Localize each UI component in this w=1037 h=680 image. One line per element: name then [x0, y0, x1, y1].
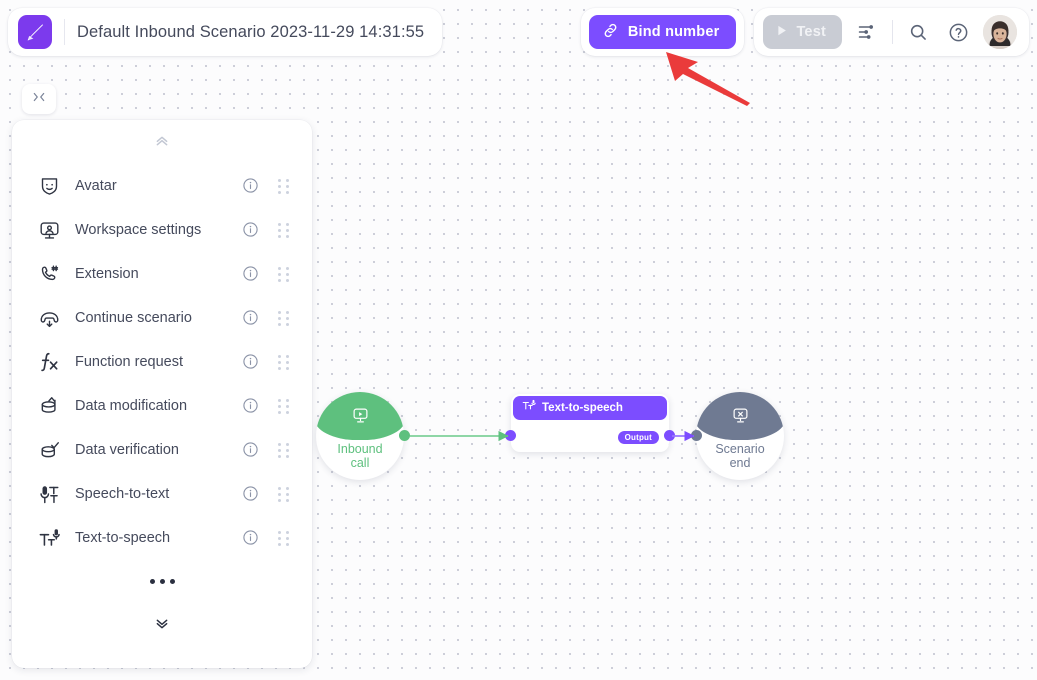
- text-to-mic-icon: [36, 525, 62, 551]
- port-end-input[interactable]: [691, 430, 702, 441]
- workspace-person-icon: [36, 217, 62, 243]
- palette-item-workspace-settings[interactable]: Workspace settings: [12, 208, 312, 252]
- app-logo-icon[interactable]: [18, 15, 52, 49]
- palette-item-label: Data verification: [75, 442, 179, 458]
- drag-grip-icon[interactable]: [278, 442, 290, 458]
- sliders-icon[interactable]: [852, 17, 882, 47]
- palette-item-label: Speech-to-text: [75, 486, 170, 502]
- node-scenario-end[interactable]: Scenario end: [691, 392, 784, 480]
- drag-grip-icon[interactable]: [278, 354, 290, 370]
- drag-grip-icon[interactable]: [278, 398, 290, 414]
- node-inbound-call[interactable]: Inbound call: [316, 392, 410, 480]
- blocks-palette-panel[interactable]: Avatar Workspace settings Extension Continu…: [12, 120, 312, 668]
- user-avatar[interactable]: [983, 15, 1017, 49]
- bind-number-button[interactable]: Bind number: [588, 15, 737, 49]
- chevron-double-up-icon: [152, 132, 172, 153]
- port-start-output[interactable]: [399, 430, 410, 441]
- page-title: Default Inbound Scenario 2023-11-29 14:3…: [77, 22, 425, 41]
- tts-node-header: Text-to-speech: [513, 396, 667, 420]
- output-badge[interactable]: Output: [617, 431, 659, 444]
- chevron-double-down-icon: [152, 617, 172, 638]
- info-circle-icon[interactable]: [242, 353, 260, 371]
- palette-item-label: Continue scenario: [75, 310, 192, 326]
- toolbar-actions-card: Test: [754, 8, 1029, 56]
- phone-hash-icon: [36, 261, 62, 287]
- scenario-end-icon: [696, 392, 784, 440]
- play-icon: [774, 23, 789, 42]
- help-circle-icon[interactable]: [943, 17, 973, 47]
- info-circle-icon[interactable]: [242, 485, 260, 503]
- avatar-mask-icon: [36, 173, 62, 199]
- tts-node-body: Output: [511, 422, 669, 452]
- test-button[interactable]: Test: [763, 15, 842, 49]
- palette-item-label: Text-to-speech: [75, 530, 171, 546]
- info-circle-icon[interactable]: [242, 309, 260, 327]
- inbound-call-icon: [316, 392, 404, 440]
- palette-scroll-down-button[interactable]: [12, 602, 312, 652]
- text-to-mic-icon: [522, 399, 536, 418]
- node-label: Scenario end: [715, 442, 765, 470]
- palette-item-avatar[interactable]: Avatar: [12, 164, 312, 208]
- info-circle-icon[interactable]: [242, 265, 260, 283]
- palette-item-label: Data modification: [75, 398, 188, 414]
- drag-grip-icon[interactable]: [278, 530, 290, 546]
- title-divider: [64, 19, 65, 45]
- palette-item-label: Function request: [75, 354, 184, 370]
- database-check-icon: [36, 437, 62, 463]
- palette-more-button[interactable]: [12, 560, 312, 602]
- info-circle-icon[interactable]: [242, 177, 260, 195]
- info-circle-icon[interactable]: [242, 529, 260, 547]
- test-label: Test: [796, 24, 826, 40]
- palette-item-data-verification[interactable]: Data verification: [12, 428, 312, 472]
- palette-item-text-to-speech[interactable]: Text-to-speech: [12, 516, 312, 560]
- drag-grip-icon[interactable]: [278, 310, 290, 326]
- palette-item-label: Workspace settings: [75, 222, 202, 238]
- drag-grip-icon[interactable]: [278, 266, 290, 282]
- fx-function-icon: [36, 349, 62, 375]
- toolbar-divider: [892, 20, 893, 44]
- info-circle-icon[interactable]: [242, 441, 260, 459]
- collapse-horizontal-icon: [31, 90, 47, 109]
- port-tts-input[interactable]: [505, 430, 516, 441]
- bind-number-card: Bind number: [580, 8, 745, 56]
- palette-item-label: Avatar: [75, 178, 117, 194]
- palette-item-extension[interactable]: Extension: [12, 252, 312, 296]
- search-icon[interactable]: [903, 17, 933, 47]
- palette-items-list: Avatar Workspace settings Extension Continu…: [12, 164, 312, 560]
- bind-number-label: Bind number: [627, 24, 720, 40]
- tts-node-title: Text-to-speech: [542, 402, 623, 414]
- palette-item-speech-to-text[interactable]: Speech-to-text: [12, 472, 312, 516]
- drag-grip-icon[interactable]: [278, 178, 290, 194]
- phone-down-arrow-icon: [36, 305, 62, 331]
- toolbar-right-group: Bind number Test: [580, 8, 1029, 56]
- mic-to-text-icon: [36, 481, 62, 507]
- node-text-to-speech[interactable]: Text-to-speech Output: [505, 394, 675, 452]
- palette-item-function-request[interactable]: Function request: [12, 340, 312, 384]
- palette-scroll-up-button[interactable]: [12, 120, 312, 164]
- palette-item-data-modification[interactable]: Data modification: [12, 384, 312, 428]
- scenario-title-card: Default Inbound Scenario 2023-11-29 14:3…: [8, 8, 443, 56]
- drag-grip-icon[interactable]: [278, 222, 290, 238]
- info-circle-icon[interactable]: [242, 397, 260, 415]
- palette-item-label: Extension: [75, 266, 139, 282]
- node-label: Inbound call: [337, 442, 383, 470]
- palette-item-continue-scenario[interactable]: Continue scenario: [12, 296, 312, 340]
- database-edit-icon: [36, 393, 62, 419]
- port-tts-output[interactable]: [664, 430, 675, 441]
- collapse-panel-button[interactable]: [22, 84, 56, 114]
- link-chain-icon: [602, 22, 619, 43]
- drag-grip-icon[interactable]: [278, 486, 290, 502]
- info-circle-icon[interactable]: [242, 221, 260, 239]
